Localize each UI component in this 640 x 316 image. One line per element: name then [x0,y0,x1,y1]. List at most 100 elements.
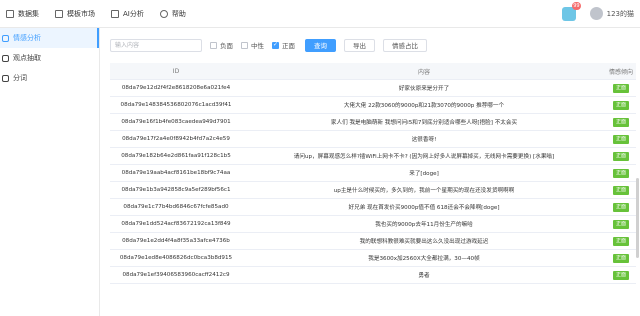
sentiment-ratio-button[interactable]: 情感占比 [383,38,427,52]
sidebar-item-tokenize[interactable]: 分词 [0,68,99,88]
sidebar-item-opinion-extraction[interactable]: 观点抽取 [0,48,99,68]
sentiment-tag: 正面 [612,219,629,229]
table-row[interactable]: 08da79e12d2f4f2e8618208e6a021fe4 好家伙原来是分开… [110,80,636,97]
sentiment-tag: 正面 [612,168,629,178]
nav-help[interactable]: 帮助 [152,0,194,28]
header-sentiment[interactable]: 情感倾向 [606,67,636,76]
split-icon [2,74,9,82]
sentiment-tag: 正面 [612,253,629,263]
nav-datasets-label: 数据集 [18,9,39,18]
cell-id: 08da79e1b3a942858c9a5ef289bf56c1 [121,187,231,193]
sentiment-tag: 正面 [612,83,629,93]
cell-sentiment: 正面 [606,202,636,212]
table-row[interactable]: 08da79e182b64e2d861faa91f128c1b5 请问up，屏幕观… [110,148,636,165]
top-navbar: 数据集 模板市场 AI分析 帮助 99 123的猫 [0,0,640,28]
cell-content: up主是什么时候买的，多久到的，我前一个星期买的现在还没发货啊啊啊 [333,188,515,194]
cell-content: 请问up，屏幕观感怎么样?插WiFi上网卡不卡? (因为网上好多人说屏幕掉买，无… [293,154,555,160]
table-row[interactable]: 08da79e1ef39406583960cacff2412c9 勇者 正面 [110,267,636,284]
nav-template-market-label: 模板市场 [67,9,95,18]
cell-id: 08da79e1e2dd4f4a8f35a33afce4736b [122,238,230,244]
filter-label: 负面 [220,42,233,50]
cell-sentiment: 正面 [606,83,636,93]
cell-content: 大佬大佬 22款3060的9000p和21款3070的9000p 推荐哪一个 [343,103,505,109]
cell-sentiment: 正面 [606,185,636,195]
cell-id: 08da79e12d2f4f2e8618208e6a021fe4 [121,85,231,91]
cell-sentiment: 正面 [606,270,636,280]
cell-sentiment: 正面 [606,117,636,127]
cell-sentiment: 正面 [606,236,636,246]
table-row[interactable]: 08da79e1ed8e4086826dc0bca3b8d915 我是3600x加… [110,250,636,267]
cell-id: 08da79e17f2a4e0f8942b4fd7a2c4e59 [122,136,230,142]
sidebar-item-sentiment-analysis[interactable]: 情感分析 [0,28,99,48]
table-row[interactable]: 08da79e17f2a4e0f8942b4fd7a2c4e59 这很香呀! 正面 [110,131,636,148]
sidebar-item-label: 观点抽取 [13,54,41,62]
table-row[interactable]: 08da79e1c77b4bd6846c67fcfe85ad0 好兄弟 现在首发价… [110,199,636,216]
document-icon [2,54,9,62]
database-icon [6,9,14,18]
sentiment-tag: 正面 [612,270,629,280]
cell-id: 08da79e1c77b4bd6846c67fcfe85ad0 [123,204,229,210]
cell-content: 家人们 我是电脑萌新 我想问问i5和7到底分别适合哪些人呀[捂脸] 不太会买 [330,120,518,126]
search-input[interactable] [110,38,202,52]
filter-negative-checkbox[interactable]: 负面 [210,40,233,50]
vertical-scrollbar[interactable] [636,178,639,258]
help-icon [159,9,168,18]
table-header: ID 内容 情感倾向 [110,63,636,80]
cell-sentiment: 正面 [606,219,636,229]
cell-id: 08da79e182b64e2d861faa91f128c1b5 [121,153,231,159]
results-table: ID 内容 情感倾向 08da79e12d2f4f2e8618208e6a021… [110,63,636,284]
table-row[interactable]: 08da79e148384536802076c1acd39f41 大佬大佬 22款… [110,97,636,114]
filter-positive-checkbox[interactable]: ✓ 正面 [272,40,295,50]
checkmark-icon: ✓ [272,41,279,49]
query-button[interactable]: 查询 [305,38,336,52]
sentiment-tag: 正面 [612,117,629,127]
filter-toolbar: 负面 中性 ✓ 正面 查询 导出 情感占比 [110,38,427,52]
cell-id: 08da79e19aab4acf8161be18bf9c74aa [121,170,231,176]
cell-sentiment: 正面 [606,253,636,263]
filter-neutral-checkbox[interactable]: 中性 [241,40,264,50]
table-body: 08da79e12d2f4f2e8618208e6a021fe4 好家伙原来是分开… [110,80,636,284]
cell-sentiment: 正面 [606,134,636,144]
heart-icon [2,34,9,42]
cell-id: 08da79e148384536802076c1acd39f41 [120,102,232,108]
user-area: 99 123的猫 [561,0,640,28]
sentiment-tag: 正面 [612,236,629,246]
cell-content: 这很香呀! [411,137,437,143]
table-row[interactable]: 08da79e1dd524acf83672192ca13f849 我也买的9000… [110,216,636,233]
nav-ai-analysis[interactable]: AI分析 [103,0,152,28]
cell-sentiment: 正面 [606,151,636,161]
cell-sentiment: 正面 [606,100,636,110]
cell-content: 好兄弟 现在首发价买9000p值不值 618还会不会降啊[doge] [348,205,500,211]
filter-label: 中性 [251,42,264,50]
username[interactable]: 123的猫 [607,9,634,19]
nav-ai-analysis-label: AI分析 [123,9,144,18]
nav-template-market[interactable]: 模板市场 [47,0,103,28]
table-row[interactable]: 08da79e1e2dd4f4a8f35a33afce4736b 我的联想科教很难… [110,233,636,250]
cell-content: 我的联想科教很难买就要出这么久没出现过游戏延迟 [359,239,489,245]
filter-label: 正面 [282,42,295,50]
notification-app-icon[interactable]: 99 [561,1,581,21]
sentiment-tag: 正面 [612,185,629,195]
nav-help-label: 帮助 [171,9,186,18]
sentiment-tag: 正面 [612,202,629,212]
sidebar: 情感分析 观点抽取 分词 [0,28,100,316]
sentiment-tag: 正面 [612,100,629,110]
header-id[interactable]: ID [110,68,242,75]
table-row[interactable]: 08da79e1b3a942858c9a5ef289bf56c1 up主是什么时候… [110,182,636,199]
cell-content: 好家伙原来是分开了 [398,86,450,92]
sentiment-tag: 正面 [612,151,629,161]
header-content[interactable]: 内容 [242,67,606,76]
sentiment-tag: 正面 [612,134,629,144]
table-row[interactable]: 08da79e19aab4acf8161be18bf9c74aa 来了[doge]… [110,165,636,182]
cell-content: 勇者 [418,273,430,279]
cell-sentiment: 正面 [606,168,636,178]
notification-badge: 99 [572,1,581,10]
cell-id: 08da79e1ef39406583960cacff2412c9 [122,272,230,278]
nav-datasets[interactable]: 数据集 [0,0,47,28]
table-row[interactable]: 08da79e16f1b4fe083caedea949d7901 家人们 我是电脑… [110,114,636,131]
ai-icon [111,9,119,18]
cell-content: 来了[doge] [409,171,439,177]
checkbox-box [210,41,217,49]
avatar[interactable] [589,7,603,20]
export-button[interactable]: 导出 [344,38,375,52]
